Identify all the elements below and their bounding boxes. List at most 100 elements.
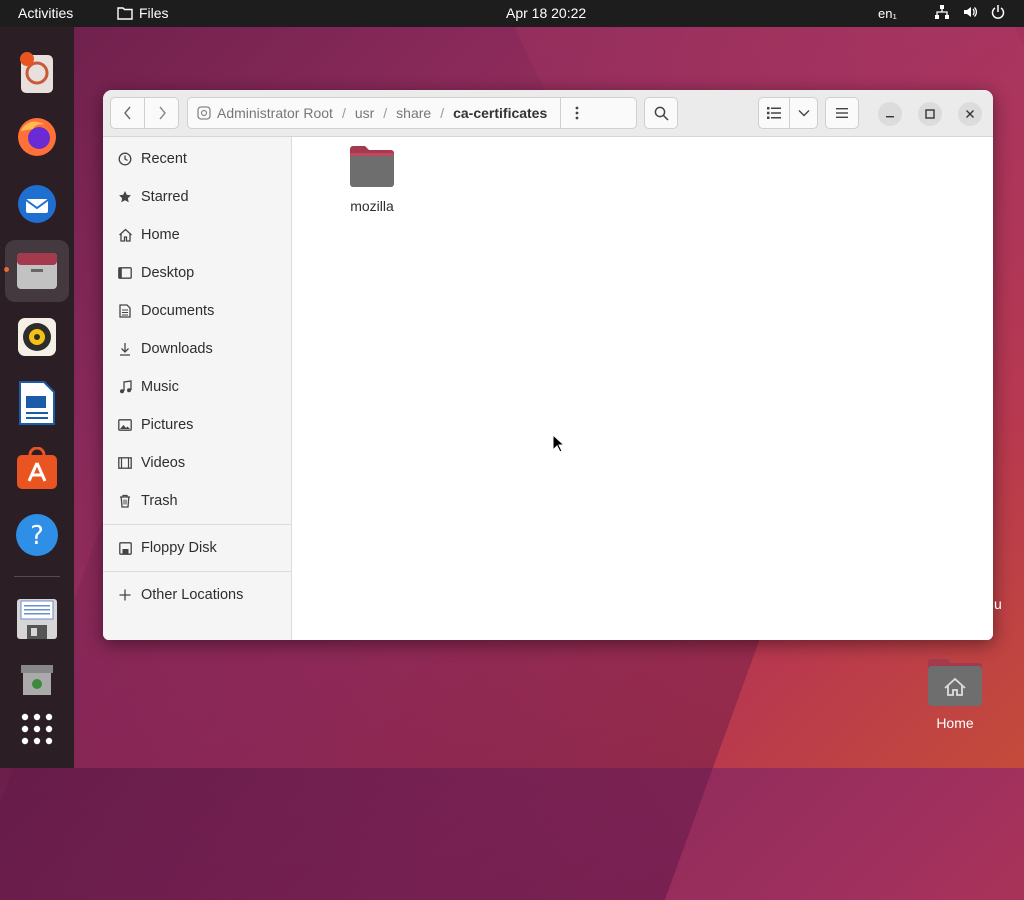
folder-icon	[117, 7, 133, 20]
dock-trash[interactable]	[13, 655, 61, 703]
download-icon	[117, 341, 133, 357]
folder-icon	[350, 146, 394, 187]
system-tray[interactable]	[934, 4, 1006, 20]
app-menu-files[interactable]: Files	[117, 5, 169, 21]
files-icon	[17, 253, 57, 289]
thunderbird-icon	[18, 185, 56, 223]
sidebar-item-desktop[interactable]: Desktop	[103, 254, 291, 292]
sidebar-item-other-locations[interactable]: Other Locations	[103, 576, 291, 614]
music-icon	[117, 379, 133, 395]
file-item-mozilla[interactable]: mozilla	[348, 145, 396, 214]
dock-thunderbird[interactable]	[13, 180, 61, 228]
software-updater-icon	[20, 52, 53, 93]
sidebar-item-recent[interactable]: Recent	[103, 140, 291, 178]
sidebar-item-label: Floppy Disk	[141, 540, 217, 556]
sidebar-item-documents[interactable]: Documents	[103, 292, 291, 330]
dock-firefox[interactable]	[13, 113, 61, 161]
chevron-left-icon	[123, 106, 131, 120]
sidebar-item-downloads[interactable]: Downloads	[103, 330, 291, 368]
sidebar-item-label: Recent	[141, 151, 187, 167]
sidebar-item-label: Pictures	[141, 417, 194, 433]
dock-software-updater[interactable]	[13, 49, 61, 97]
picture-icon	[117, 417, 133, 433]
floppy-icon	[117, 540, 133, 556]
sidebar-item-label: Other Locations	[141, 587, 244, 603]
sidebar-separator	[103, 571, 291, 572]
forward-button[interactable]	[144, 97, 179, 129]
back-button[interactable]	[110, 97, 145, 129]
dock: ?	[0, 27, 74, 768]
app-name: Files	[139, 5, 169, 21]
file-name: mozilla	[350, 198, 394, 214]
sidebar-item-pictures[interactable]: Pictures	[103, 406, 291, 444]
document-icon	[117, 303, 133, 319]
hamburger-icon	[836, 108, 848, 118]
path-menu-button[interactable]	[561, 106, 593, 120]
clock-icon	[117, 151, 133, 167]
file-view[interactable]: mozilla	[292, 137, 993, 640]
software-store-icon	[17, 447, 57, 489]
home-folder-icon	[928, 659, 982, 706]
floppy-icon	[17, 599, 57, 639]
sidebar-item-label: Desktop	[141, 265, 195, 281]
sidebar-item-trash[interactable]: Trash	[103, 482, 291, 520]
dock-ubuntu-software[interactable]	[13, 445, 61, 493]
search-button[interactable]	[644, 97, 678, 129]
dock-libreoffice-writer[interactable]	[13, 379, 61, 427]
main-menu-button[interactable]	[825, 97, 859, 129]
sidebar-item-home[interactable]: Home	[103, 216, 291, 254]
minimize-button[interactable]	[878, 102, 902, 126]
input-language[interactable]: en₁	[878, 6, 897, 21]
clock[interactable]: Apr 18 20:22	[506, 5, 586, 21]
firefox-icon	[18, 118, 56, 156]
sidebar-item-label: Music	[141, 379, 179, 395]
volume-icon	[964, 7, 978, 17]
sidebar-item-label: Documents	[141, 303, 215, 319]
star-icon	[117, 189, 133, 205]
dock-separator	[14, 576, 60, 577]
sidebar-item-label: Videos	[141, 455, 186, 471]
help-icon: ?	[16, 514, 58, 556]
mouse-cursor-icon	[552, 434, 564, 453]
header-bar: Administrator Root / usr / share / ca-ce…	[103, 90, 993, 137]
sidebar-item-music[interactable]: Music	[103, 368, 291, 406]
rhythmbox-icon	[18, 318, 56, 356]
path-segment-current[interactable]: ca-certificates	[444, 105, 556, 121]
sidebar-item-label: Starred	[141, 189, 189, 205]
writer-icon	[19, 381, 55, 425]
path-segment-root[interactable]: Administrator Root	[188, 105, 342, 121]
activities-button[interactable]: Activities	[18, 5, 73, 21]
maximize-button[interactable]	[918, 102, 942, 126]
desktop-home-label: Home	[936, 715, 974, 731]
minimize-icon	[886, 116, 894, 118]
dock-rhythmbox[interactable]	[13, 313, 61, 361]
path-segment-share[interactable]: share	[387, 105, 440, 121]
path-segment-usr[interactable]: usr	[346, 105, 383, 121]
power-icon	[991, 5, 1005, 19]
path-root-label: Administrator Root	[217, 105, 333, 121]
files-window: Administrator Root / usr / share / ca-ce…	[103, 90, 993, 640]
dock-help[interactable]: ?	[13, 511, 61, 559]
svg-text:?: ?	[30, 521, 44, 551]
sidebar-item-starred[interactable]: Starred	[103, 178, 291, 216]
dock-files[interactable]	[5, 240, 69, 302]
top-bar: Activities Files Apr 18 20:22 en₁	[0, 0, 1024, 27]
desktop-home-icon[interactable]: Home	[922, 656, 988, 731]
desktop-icon	[117, 265, 133, 281]
view-list-button[interactable]	[758, 97, 790, 129]
list-view-icon	[767, 107, 781, 119]
maximize-icon	[925, 109, 935, 119]
network-icon	[935, 5, 949, 19]
path-bar: Administrator Root / usr / share / ca-ce…	[187, 97, 637, 129]
dock-show-applications[interactable]	[13, 705, 61, 753]
close-button[interactable]	[958, 102, 982, 126]
view-options-button[interactable]	[789, 97, 818, 129]
dock-floppy-disk[interactable]	[13, 595, 61, 643]
desktop-partial-label: u	[994, 596, 1002, 612]
search-icon	[654, 106, 669, 121]
sidebar-item-label: Downloads	[141, 341, 213, 357]
app-grid-icon	[21, 713, 53, 745]
sidebar-item-floppy-disk[interactable]: Floppy Disk	[103, 529, 291, 567]
sidebar-item-videos[interactable]: Videos	[103, 444, 291, 482]
sidebar-item-label: Home	[141, 227, 180, 243]
